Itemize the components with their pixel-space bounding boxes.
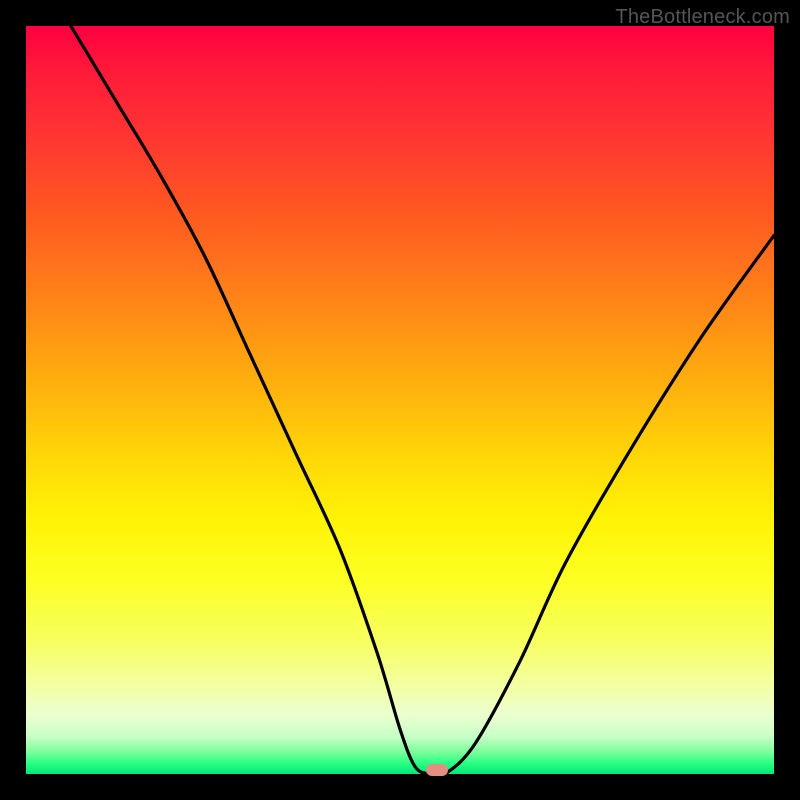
curve-path [71, 26, 774, 774]
chart-frame: TheBottleneck.com [0, 0, 800, 800]
bottleneck-curve [26, 26, 774, 774]
watermark-text: TheBottleneck.com [615, 6, 790, 29]
plot-area [26, 26, 774, 774]
min-marker [426, 764, 448, 776]
